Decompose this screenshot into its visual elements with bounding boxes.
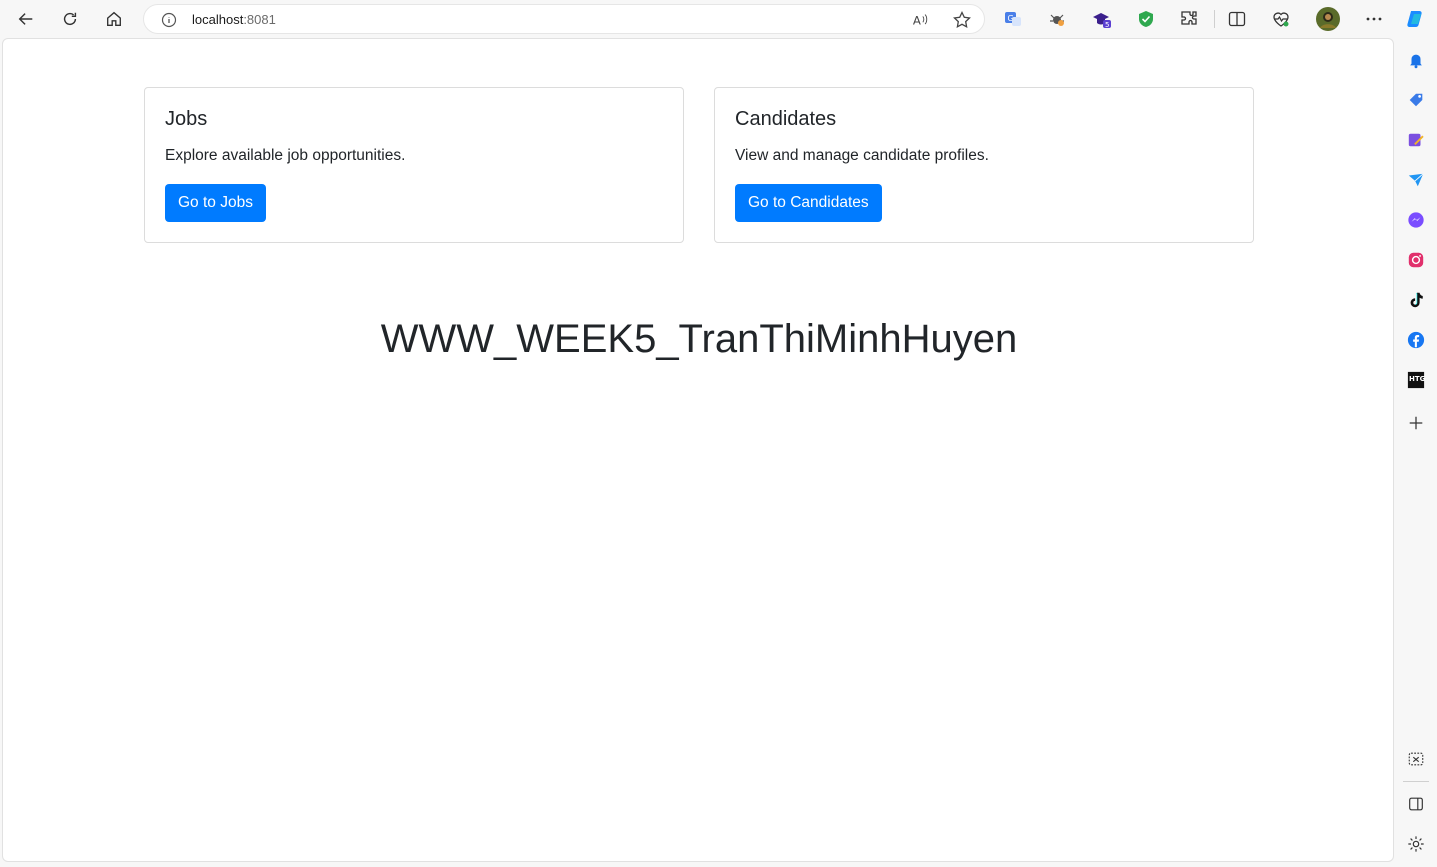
refresh-icon xyxy=(63,12,77,26)
notifications-bell-icon[interactable] xyxy=(1406,50,1426,70)
back-button[interactable] xyxy=(12,5,40,33)
add-sidebar-app-icon[interactable] xyxy=(1406,413,1426,433)
htg-label: HTG xyxy=(1409,375,1426,383)
refresh-button[interactable] xyxy=(56,5,84,33)
htg-icon[interactable]: HTG xyxy=(1406,370,1426,390)
home-icon xyxy=(107,11,121,26)
sidebar-divider xyxy=(1403,781,1429,782)
extensions-puzzle-icon[interactable] xyxy=(1178,8,1200,30)
jobs-card-title: Jobs xyxy=(165,108,208,130)
candidates-card-title: Candidates xyxy=(735,108,837,130)
browser-sidebar: HTG xyxy=(1395,38,1437,867)
profile-avatar[interactable] xyxy=(1316,7,1340,31)
page-heading: WWW_WEEK5_TranThiMinhHuyen xyxy=(380,317,1018,361)
svg-text:5: 5 xyxy=(1105,21,1109,29)
shield-extension-icon[interactable] xyxy=(1135,8,1157,30)
send-icon[interactable] xyxy=(1406,170,1426,190)
jobs-card-text: Explore available job opportunities. xyxy=(165,147,406,164)
svg-text:A: A xyxy=(913,14,921,28)
instagram-icon[interactable] xyxy=(1406,250,1426,270)
copilot-icon[interactable] xyxy=(1404,8,1426,30)
url-host: localhost xyxy=(192,12,244,27)
facebook-icon[interactable] xyxy=(1406,330,1426,350)
designer-icon[interactable] xyxy=(1406,130,1426,150)
messenger-icon[interactable] xyxy=(1406,210,1426,230)
screenshot-icon[interactable] xyxy=(1406,749,1426,769)
address-bar[interactable]: localhost:8081 A xyxy=(143,4,985,34)
tiktok-icon[interactable] xyxy=(1406,290,1426,310)
browser-toolbar: localhost:8081 A G 5 xyxy=(0,0,1437,38)
read-aloud-icon[interactable]: A xyxy=(912,11,930,29)
bug-extension-icon[interactable] xyxy=(1046,8,1068,30)
go-to-candidates-button[interactable]: Go to Candidates xyxy=(735,184,882,222)
jobs-card: Jobs Explore available job opportunities… xyxy=(144,87,684,243)
url-text: localhost:8081 xyxy=(192,12,276,27)
url-port: :8081 xyxy=(243,12,276,27)
graduation-extension-icon[interactable]: 5 xyxy=(1091,8,1113,30)
go-to-jobs-button[interactable]: Go to Jobs xyxy=(165,184,266,222)
back-arrow-icon xyxy=(18,13,33,25)
more-options-icon[interactable] xyxy=(1363,8,1385,30)
shopping-tag-icon[interactable] xyxy=(1406,90,1426,110)
candidates-card: Candidates View and manage candidate pro… xyxy=(714,87,1254,243)
toolbar-separator xyxy=(1214,10,1215,28)
hide-sidebar-icon[interactable] xyxy=(1406,794,1426,814)
home-button[interactable] xyxy=(100,5,128,33)
browser-essentials-icon[interactable] xyxy=(1270,8,1292,30)
site-info-icon[interactable] xyxy=(161,12,177,28)
candidates-card-text: View and manage candidate profiles. xyxy=(735,147,989,164)
translate-extension-icon[interactable]: G xyxy=(1002,8,1024,30)
favorite-star-icon[interactable] xyxy=(952,10,972,30)
split-screen-icon[interactable] xyxy=(1226,8,1248,30)
page-content: Jobs Explore available job opportunities… xyxy=(2,38,1394,862)
settings-gear-icon[interactable] xyxy=(1406,834,1426,854)
